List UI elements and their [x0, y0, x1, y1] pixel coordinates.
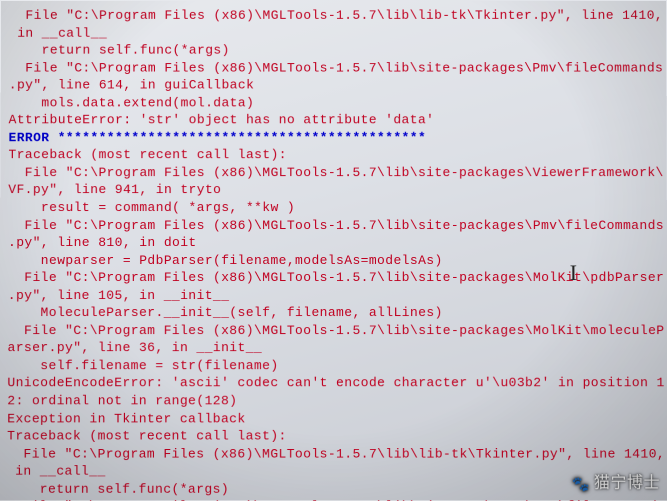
console-line: File "C:\Program Files (x86)\MGLTools-1.… [8, 217, 659, 235]
console-line: mols.data.extend(mol.data) [9, 94, 659, 111]
console-line: Traceback (most recent call last): [8, 147, 658, 164]
console-line: result = command( *args, **kw ) [8, 199, 659, 217]
console-line: .py", line 105, in __init__ [8, 287, 660, 305]
console-line: File "C:\Program Files (x86)\MGLTools-1.… [9, 7, 658, 24]
console-line: arser.py", line 36, in __init__ [7, 339, 659, 357]
watermark-text: 猫宁博士 [594, 473, 660, 495]
console-line: Exception in Tkinter callback [7, 410, 660, 428]
console-line: in __call__ [9, 24, 658, 41]
console-line: Traceback (most recent call last): [7, 428, 660, 446]
console-line: File "C:\Program Files (x86)\MGLTools-1.… [8, 322, 660, 340]
console-line: 2: ordinal not in range(128) [7, 392, 660, 410]
console-line: .py", line 810, in doit [8, 234, 659, 252]
console-line: AttributeError: 'str' object has no attr… [9, 112, 659, 129]
console-line: ERROR **********************************… [8, 129, 658, 146]
console-output[interactable]: File "C:\Program Files (x86)\MGLTools-1.… [0, 1, 667, 501]
watermark: 🐾 猫宁博士 [572, 473, 660, 495]
console-line: .py", line 614, in guiCallback [9, 77, 659, 94]
console-line: self.filename = str(filename) [7, 357, 659, 375]
paw-icon: 🐾 [572, 475, 590, 493]
console-line: File "C:\Program Files (x86)\MGLTools-1.… [8, 164, 658, 182]
console-line: MoleculeParser.__init__(self, filename, … [8, 304, 660, 322]
console-line: return self.func(*args) [7, 480, 660, 498]
console-line: File "C:\Program Files (x86)\MGLTools-1.… [8, 269, 659, 287]
console-line: return self.func(*args) [9, 42, 658, 59]
console-line: UnicodeEncodeError: 'ascii' codec can't … [7, 375, 659, 393]
console-line: newparser = PdbParser(filename,modelsAs=… [8, 252, 659, 270]
console-line: in __call__ [7, 463, 660, 481]
console-line: File "C:\Program Files (x86)\MGLTools-1.… [9, 59, 658, 76]
console-line: File "C:\Program Files (x86)\MGLTools-1.… [7, 445, 660, 463]
console-line: VF.py", line 941, in tryto [8, 182, 659, 200]
